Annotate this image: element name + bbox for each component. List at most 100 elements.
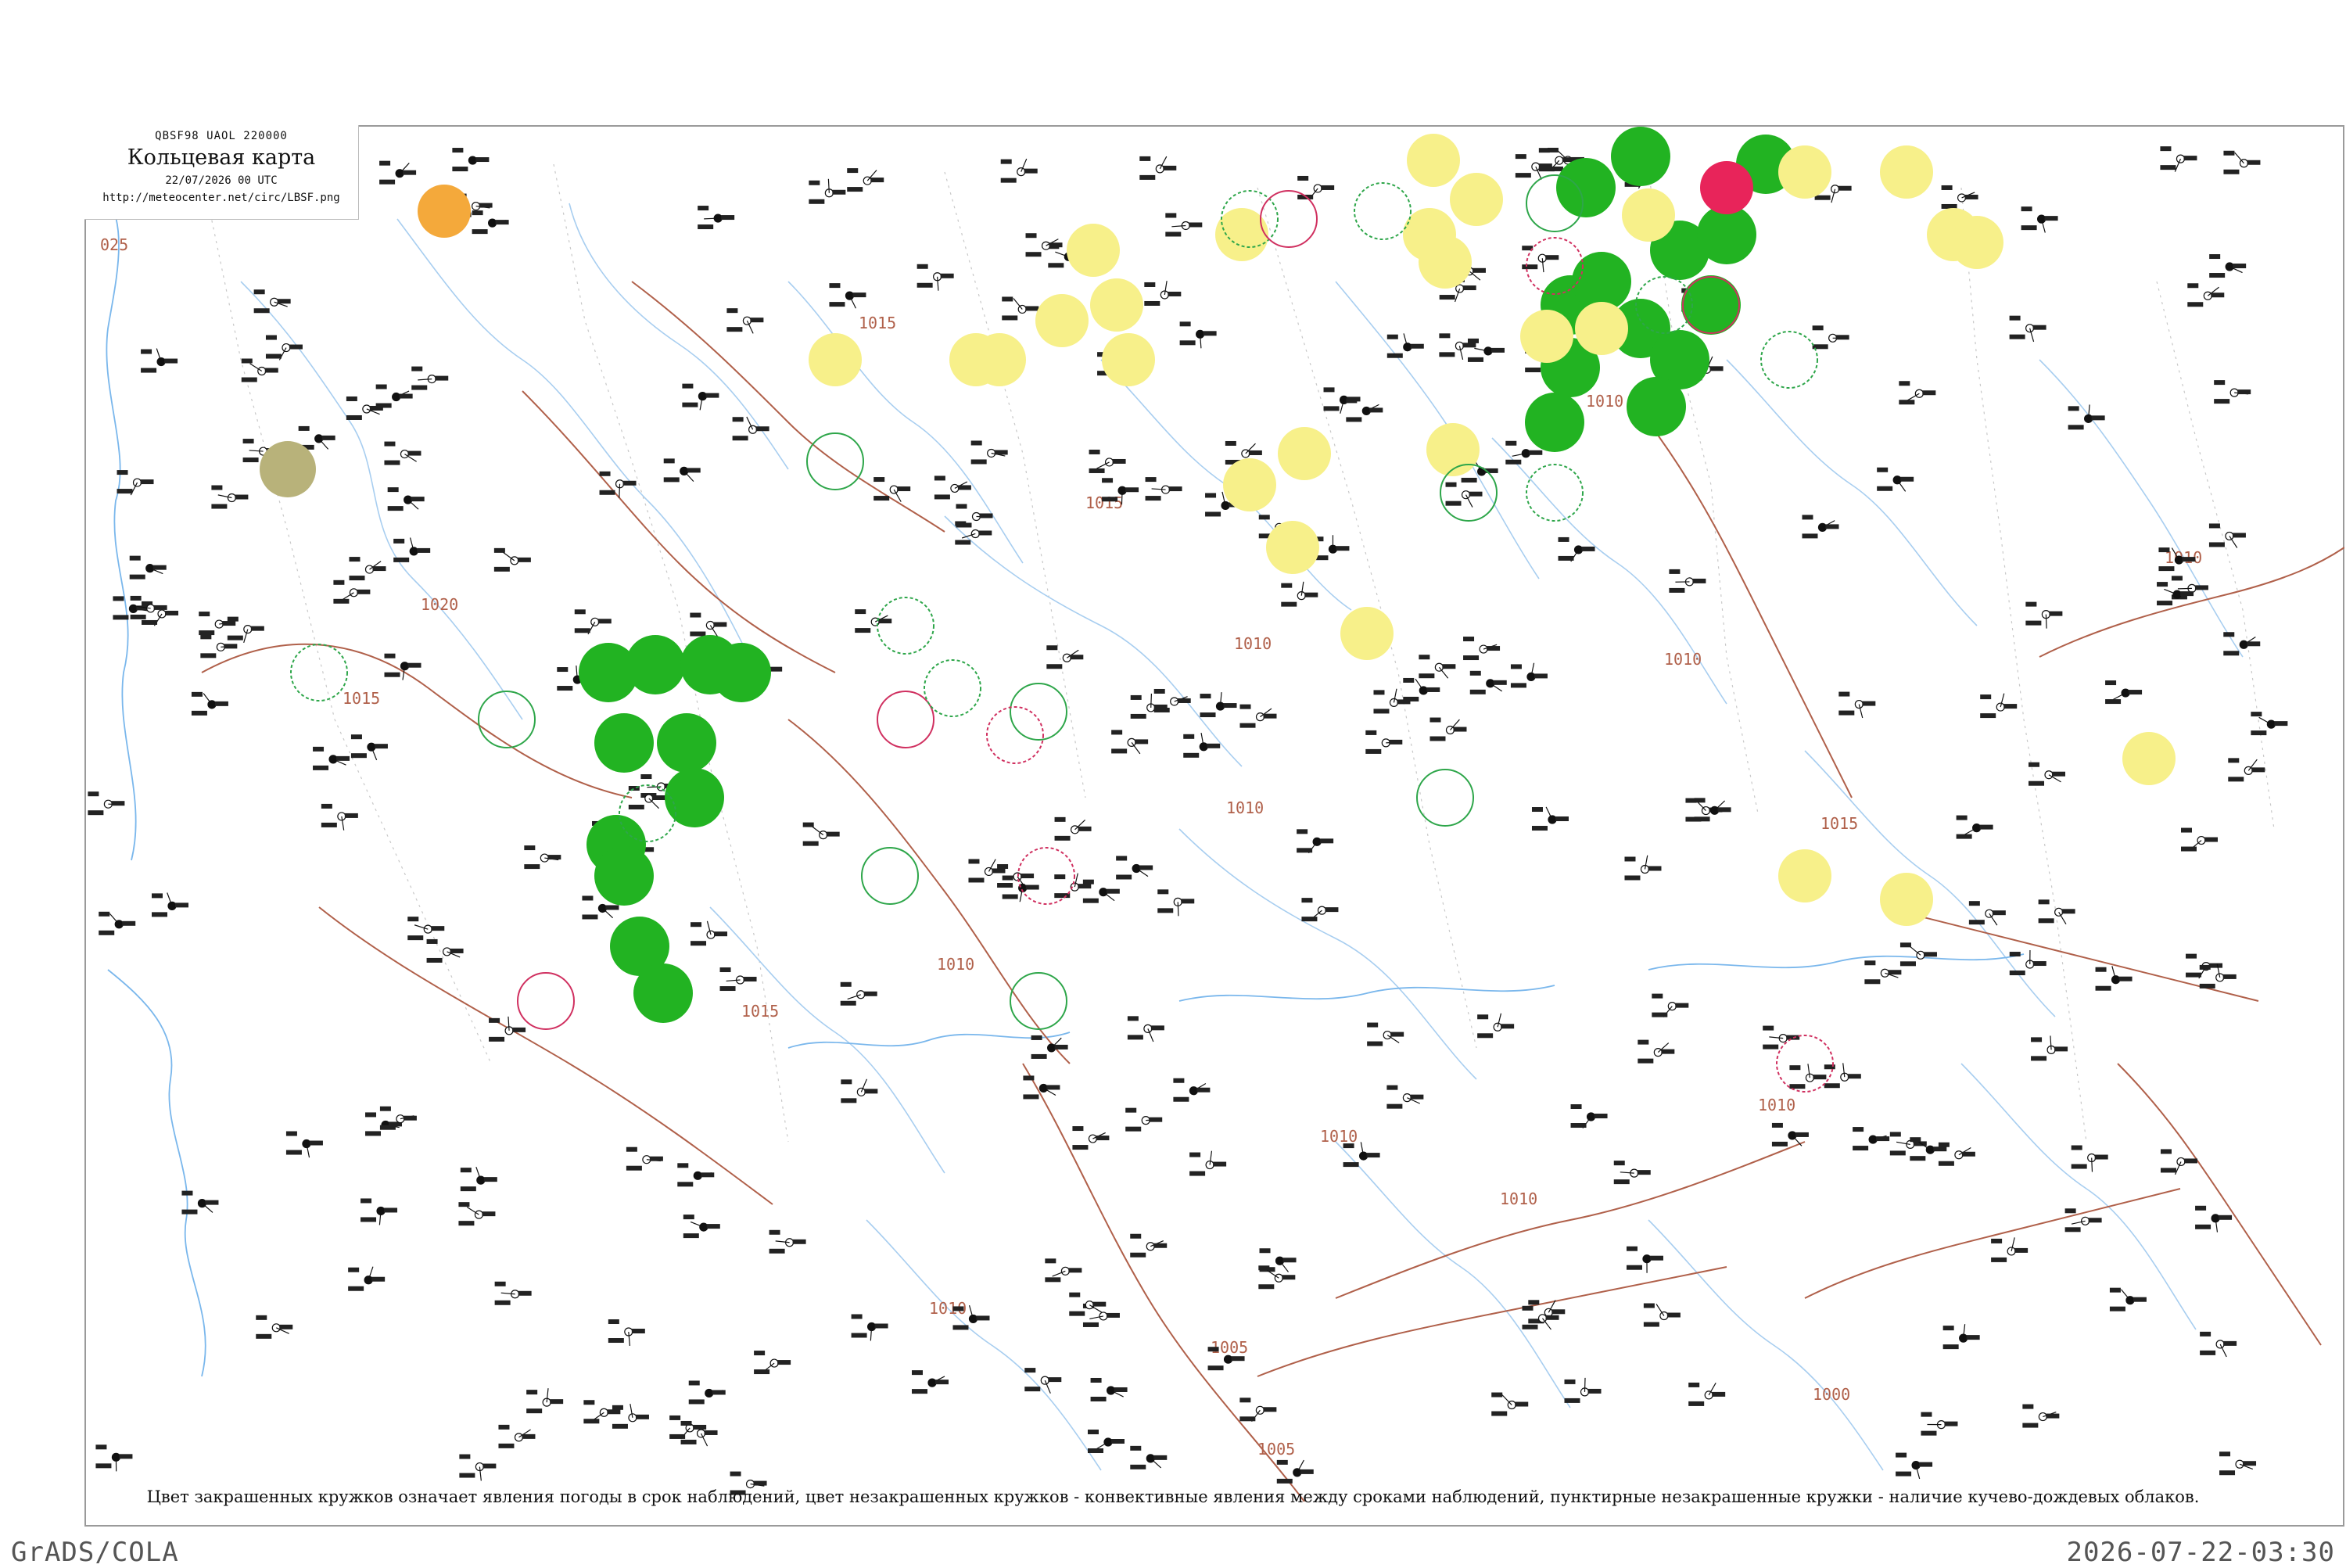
map-url[interactable]: http://meteocenter.net/circ/LBSF.png — [84, 192, 358, 204]
station-plot — [494, 548, 531, 572]
station-plot — [349, 557, 386, 580]
station-plot — [1157, 889, 1194, 916]
station-plot — [1281, 582, 1318, 607]
station-plot — [2187, 283, 2224, 307]
station-plot — [1627, 1247, 1663, 1273]
station-plot — [1429, 718, 1466, 741]
shower-marker — [1520, 310, 1573, 363]
station-plot — [393, 538, 430, 562]
station-plot — [228, 617, 264, 643]
station-plot — [2223, 632, 2260, 655]
station-plot — [199, 612, 235, 635]
station-plot — [683, 1215, 720, 1238]
station-plot — [2209, 254, 2246, 278]
station-plot — [829, 283, 866, 308]
station-plot — [256, 1315, 292, 1339]
convective-ring — [987, 707, 1043, 763]
station-plot — [1200, 692, 1237, 717]
convective-ring — [1417, 770, 1473, 826]
station-plot — [626, 1147, 663, 1171]
convective-ring — [924, 660, 981, 716]
shower-marker — [1340, 607, 1394, 660]
thunderstorm-marker — [1611, 127, 1670, 186]
haze-marker — [418, 185, 471, 238]
isobar-label: 1015 — [1085, 493, 1123, 512]
thunderstorm-marker — [594, 846, 654, 906]
station-plot — [1240, 705, 1277, 728]
station-plot — [1638, 1040, 1674, 1064]
thunderstorm-marker — [1681, 275, 1741, 335]
station-plot — [1896, 1453, 1932, 1479]
convective-ring — [862, 848, 918, 904]
station-plot — [2072, 1146, 2108, 1172]
station-plot — [348, 1267, 385, 1291]
station-plot — [1239, 1398, 1276, 1421]
convective-ring — [1261, 191, 1317, 247]
station-plot — [720, 967, 757, 991]
convective-ring — [1761, 332, 1817, 388]
station-plot — [2029, 762, 2065, 786]
station-plot — [1069, 1293, 1106, 1316]
shower-marker — [1880, 145, 1933, 199]
thunderstorm-marker — [1556, 158, 1616, 217]
station-plot — [1367, 1023, 1404, 1046]
isobar-labels: 1010 1015 1015 1020 1010 1015 1010 1010 … — [100, 235, 2202, 1459]
station-plot — [1511, 663, 1548, 688]
isobar-label: 1010 — [1500, 1189, 1537, 1208]
isobar-label: 1010 — [1320, 1127, 1358, 1146]
station-plot — [524, 845, 561, 869]
station-plot — [934, 475, 971, 499]
station-plot — [526, 1388, 563, 1413]
station-plot — [1088, 1430, 1125, 1453]
station-plot — [458, 1202, 495, 1225]
thunderstorm-marker — [665, 768, 724, 827]
isobar-label: 1010 — [1664, 650, 1702, 669]
isobar-label: 1010 — [1234, 634, 1272, 653]
station-plot — [1991, 1237, 2028, 1262]
station-plot — [351, 734, 388, 760]
isobar-label: 1015 — [859, 314, 896, 332]
station-plot — [1083, 880, 1120, 903]
station-plot — [1365, 730, 1402, 754]
station-plot — [141, 349, 178, 373]
thunderstorm-marker — [633, 963, 693, 1023]
dust-marker — [260, 441, 316, 497]
convective-ring — [479, 691, 535, 748]
shower-marker — [1090, 278, 1143, 332]
station-plot — [803, 823, 840, 846]
station-plot — [733, 417, 769, 440]
isobar-label: 1010 — [1758, 1096, 1795, 1114]
station-plot — [1695, 798, 1731, 821]
station-plot — [1146, 477, 1182, 501]
station-plot — [1789, 1064, 1826, 1089]
shower-marker — [809, 333, 862, 386]
station-plot — [1277, 1460, 1314, 1484]
station-plot — [1180, 321, 1217, 348]
shower-marker — [1102, 333, 1155, 386]
station-plot — [681, 1421, 718, 1446]
station-plot — [99, 912, 135, 935]
station-plot — [2223, 151, 2260, 174]
weather-markers — [260, 127, 2176, 1092]
station-plot — [754, 1351, 791, 1374]
station-plot — [852, 1314, 888, 1340]
convective-ring — [877, 691, 934, 748]
station-plot — [1470, 671, 1507, 694]
station-plot — [1111, 730, 1148, 753]
thunderstorm-marker — [712, 643, 771, 702]
station-plot — [95, 1444, 132, 1471]
station-plot — [152, 893, 188, 917]
station-plot — [1943, 1324, 1980, 1349]
bulletin-code: QBSF98 UAOL 220000 — [84, 130, 358, 142]
station-plot — [286, 1132, 323, 1158]
station-plot — [600, 472, 637, 498]
station-plot — [1419, 655, 1455, 678]
station-plot — [489, 1017, 526, 1042]
station-plot — [769, 1230, 806, 1254]
station-plot — [266, 335, 303, 361]
station-plot — [726, 308, 763, 333]
station-plot — [361, 1198, 397, 1225]
station-plot — [1130, 1446, 1167, 1469]
station-plot — [1669, 569, 1706, 593]
isobar-label: 1010 — [1226, 798, 1264, 817]
